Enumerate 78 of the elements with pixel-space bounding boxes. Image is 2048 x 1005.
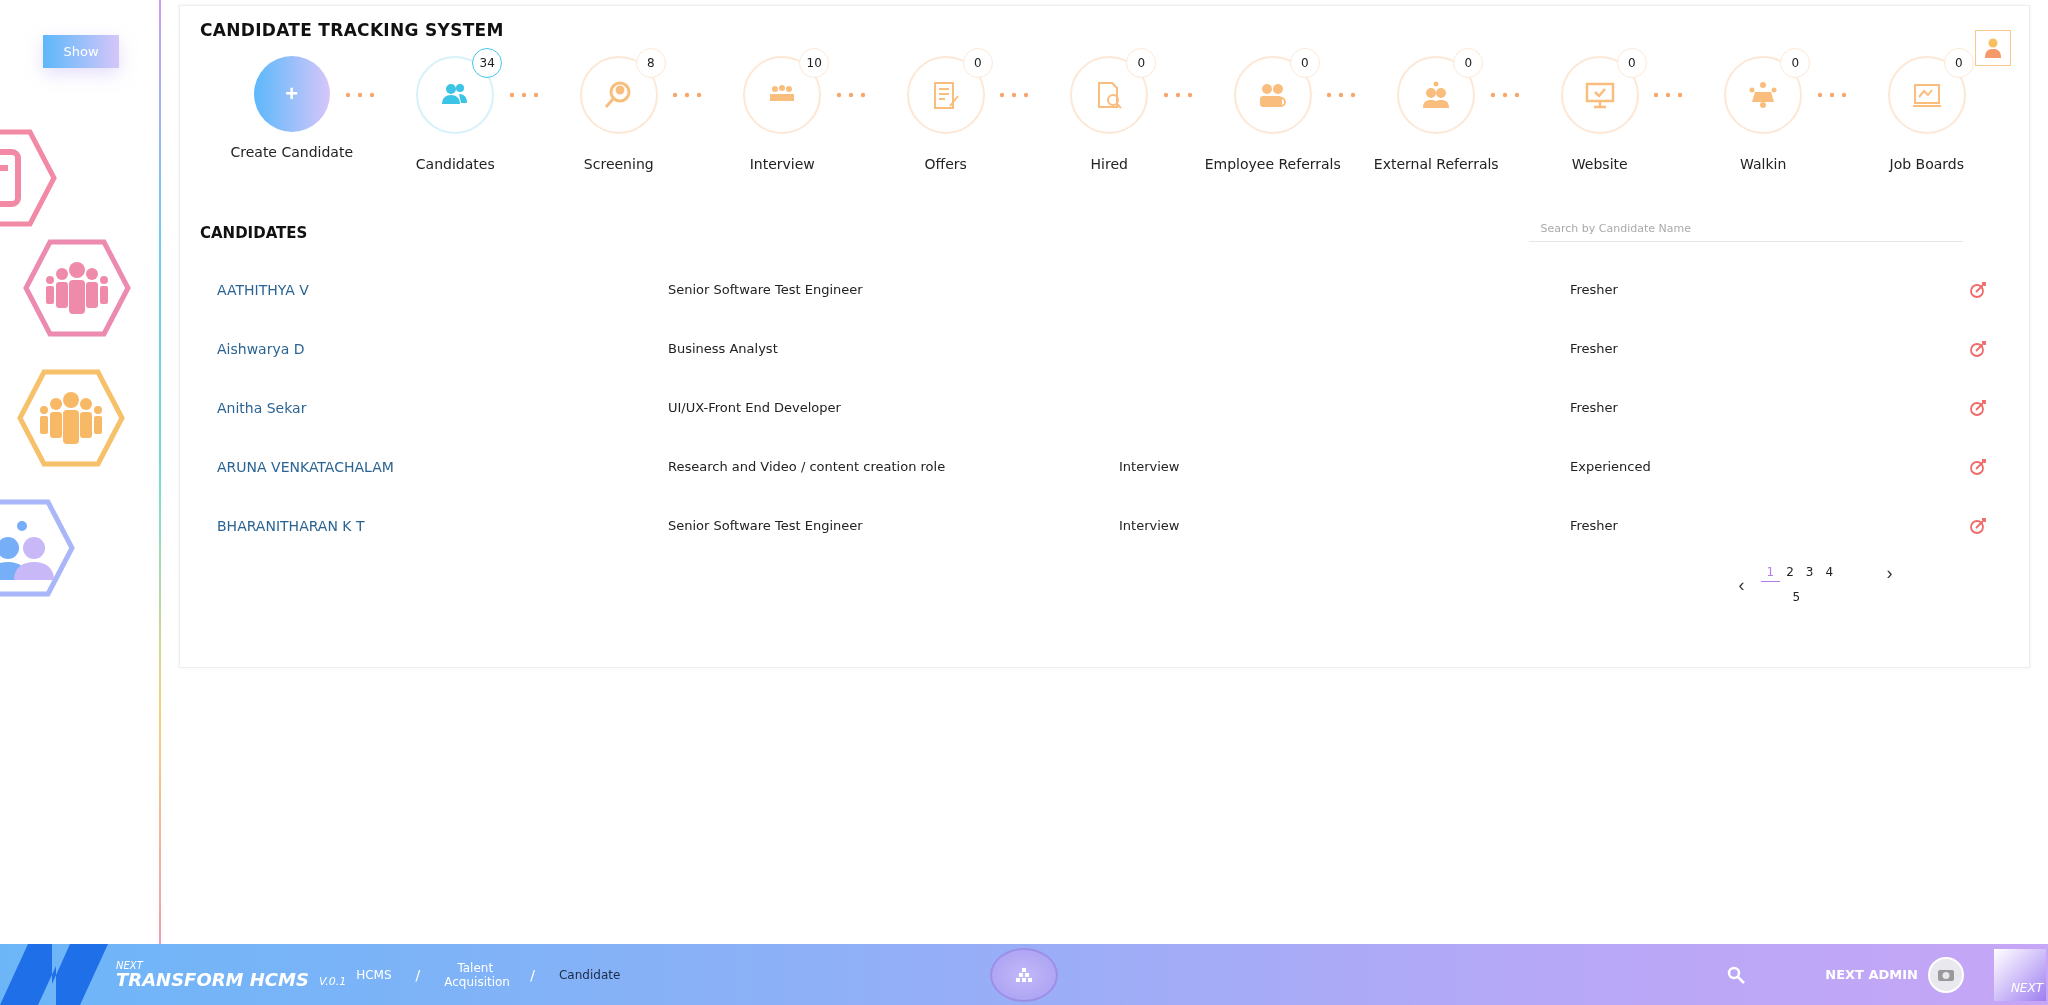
candidate-name-link[interactable]: Aishwarya D [217,340,668,357]
status-cell-text: Interview [1119,518,1181,533]
count-badge: 0 [1289,48,1320,78]
count-badge: 0 [1126,48,1157,78]
logo-icon [0,944,110,1005]
experience-cell-text: Fresher [1570,341,1619,356]
camera-avatar-icon[interactable] [1928,956,1964,993]
people-hexagon-icon[interactable] [16,368,126,468]
stage-label: Job Boards [1889,156,1964,172]
dotted-connector [672,92,702,98]
next-page-button[interactable]: › [1880,563,1899,584]
count-badge: 10 [799,48,830,78]
stage-label: Interview [749,156,815,172]
dotted-connector [1816,92,1847,98]
user-icon [1983,38,2002,58]
stage-label: Walkin [1740,156,1787,172]
dotted-connector [1489,92,1520,98]
people-hexagon-icon[interactable] [22,238,132,338]
previous-page-button[interactable]: ‹ [1732,574,1751,596]
dotted-connector [508,92,539,98]
brand-prefix: NEXT [116,960,145,971]
corner-logo: NEXT [1994,948,2046,1001]
candidate-name-link[interactable]: Anitha Sekar [217,399,668,416]
stage-label: Offers [924,156,967,172]
breadcrumb-separator: / [415,966,421,983]
page-button[interactable]: 5 [1786,588,1807,607]
role-cell-text: Senior Software Test Engineer [668,518,864,533]
count-badge: 0 [1453,48,1484,78]
count-badge: 0 [1616,48,1647,78]
edit-icon[interactable] [1968,398,1987,417]
stage-label: External Referrals [1373,156,1499,172]
stage-label: Candidates [415,156,495,172]
experience-cell-text: Fresher [1570,518,1619,533]
user-name: NEXT ADMIN [1825,967,1918,982]
stage-label: Website [1571,156,1628,172]
dotted-connector [345,92,375,98]
candidate-name-link[interactable]: AATHITHYA V [217,281,668,298]
count-badge: 8 [635,48,666,78]
edit-icon[interactable] [1968,339,1987,358]
experience-cell-text: Experienced [1570,459,1652,474]
count-badge: 0 [962,48,993,78]
page-button[interactable]: 2 [1780,563,1800,582]
stage-icon [1583,80,1616,110]
count-badge: 34 [472,48,503,78]
dotted-connector [1326,92,1356,98]
candidate-name-link[interactable]: BHARANITHARAN K T [217,517,668,534]
page-title: CANDIDATE TRACKING SYSTEM [200,20,505,40]
role-cell-text: Business Analyst [668,341,779,356]
role-cell-text: UI/UX-Front End Developer [668,400,842,415]
stage-label: Employee Referrals [1204,156,1341,172]
edit-icon[interactable] [1968,280,1987,299]
dotted-connector [1653,92,1683,98]
edit-icon[interactable] [1968,457,1987,476]
page-button[interactable]: 3 [1799,563,1820,582]
hierarchy-icon [1016,968,1032,982]
dotted-connector [835,92,866,98]
dotted-connector [999,92,1029,98]
breadcrumb-separator: / [530,966,535,983]
brand-name: TRANSFORM HCMS [116,970,309,989]
version-label: V.0.1 [318,975,347,988]
status-cell-text: Interview [1119,459,1181,474]
stage-label: Screening [583,156,654,172]
role-cell-text: Research and Video / content creation role [668,459,947,474]
experience-cell-text: Fresher [1570,400,1619,415]
section-heading: CANDIDATES [200,224,308,242]
count-badge: 0 [1943,48,1974,78]
stage-label: Hired [1090,156,1128,172]
breadcrumb-link[interactable]: Candidate [558,967,621,982]
search-icon[interactable] [1727,965,1746,984]
role-cell-text: Senior Software Test Engineer [668,282,864,297]
candidate-name-link[interactable]: ARUNA VENKATACHALAM [217,458,668,475]
edit-icon[interactable] [1968,516,1987,535]
experience-cell-text: Fresher [1570,282,1619,297]
user-button[interactable] [1974,30,2011,66]
dotted-connector [1162,92,1193,98]
page-button[interactable]: 4 [1819,563,1840,582]
count-badge: 0 [1780,48,1811,78]
stage-label: Create Candidate [230,144,353,160]
